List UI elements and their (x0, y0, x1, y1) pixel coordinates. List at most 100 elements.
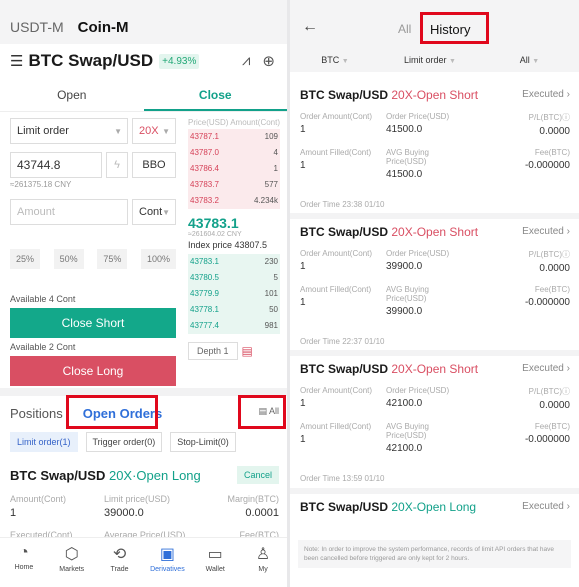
pl-value: 0.0000 (539, 126, 570, 137)
book-price-header: Price(USD) (188, 118, 229, 127)
book-amount: 577 (264, 180, 278, 189)
card-divider (290, 488, 579, 494)
order-price-value: 39900.0 (386, 261, 423, 272)
pct-100-button[interactable]: 100% (140, 249, 176, 269)
history-card[interactable]: BTC Swap/USD 20X-Open Short Executed › Ord… (300, 88, 570, 209)
amount-input[interactable]: Amount (10, 199, 128, 225)
tab-close[interactable]: Close (143, 80, 287, 111)
order-price-label: Order Price(USD) (386, 112, 450, 121)
nav-home-label: Home (14, 564, 34, 571)
cancel-order-button[interactable]: Cancel (236, 466, 279, 484)
depth-select[interactable]: Depth 1 (188, 342, 238, 360)
book-row[interactable]: 43777.4 981 (188, 318, 280, 334)
chevron-right-icon: › (566, 501, 570, 512)
book-row[interactable]: 43778.1 50 (188, 302, 280, 318)
pct-50-button[interactable]: 50% (53, 249, 84, 269)
close-long-button[interactable]: Close Long (10, 356, 176, 386)
info-icon[interactable]: ⓘ (562, 250, 570, 259)
bbo-button[interactable]: BBO (132, 152, 176, 178)
card-divider (290, 213, 579, 219)
chevron-right-icon: › (566, 89, 570, 100)
pl-label: P/L(BTC) (528, 250, 562, 259)
tab-coin-m[interactable]: Coin-M (78, 19, 129, 36)
order-price-label: Order Price(USD) (386, 249, 450, 258)
card-status[interactable]: Executed › (522, 226, 570, 237)
filled-value: 1 (300, 297, 306, 308)
chart-icon[interactable]: ⩘ (242, 52, 250, 70)
order-type-select[interactable]: Limit order ▼ (10, 118, 128, 144)
order-amount: Order Amount(Cont) 1 (300, 386, 372, 409)
card-status[interactable]: Executed › (522, 89, 570, 100)
card-pair: BTC Swap/USD (300, 225, 389, 239)
nav-my-label: My (258, 566, 268, 573)
pair-title[interactable]: BTC Swap/USD (28, 51, 153, 71)
change-badge: +4.93% (159, 53, 200, 69)
nav-trade-label: Trade (110, 566, 129, 573)
order-side: 20X·Open Long (108, 468, 201, 483)
limit-price-value: 39000.0 (104, 507, 144, 519)
book-row[interactable]: 43786.4 1 (188, 161, 280, 177)
pl-label: P/L(BTC) (528, 113, 562, 122)
back-arrow-icon[interactable]: ← (302, 18, 318, 36)
card-status[interactable]: Executed › (522, 501, 570, 512)
book-price: 43777.4 (190, 321, 219, 330)
open-close-tabs: Open Close (0, 80, 287, 112)
book-amount: 230 (264, 257, 278, 266)
filter-status-label: All (519, 55, 530, 65)
history-card[interactable]: BTC Swap/USD 20X-Open Short Executed › Ord… (300, 362, 570, 483)
book-row[interactable]: 43783.1 230 (188, 254, 280, 270)
book-row[interactable]: 43783.2 4.234k (188, 193, 280, 209)
book-row[interactable]: 43783.7 577 (188, 177, 280, 193)
book-layout-icon[interactable]: ▤ (242, 344, 253, 358)
unit-select[interactable]: Cont ▼ (132, 199, 176, 225)
order-time: Order Time 13:59 01/10 (300, 474, 385, 483)
card-status-label: Executed (522, 89, 564, 100)
fee: Fee(BTC) -0.000000 (525, 285, 570, 308)
caret-down-icon: ▼ (449, 58, 456, 65)
close-short-button[interactable]: Close Short (10, 308, 176, 338)
nav-my[interactable]: ♙ My (239, 538, 287, 587)
menu-icon[interactable]: ☰ (10, 52, 23, 70)
card-status[interactable]: Executed › (522, 363, 570, 374)
history-card[interactable]: BTC Swap/USD 20X-Open Short Executed › Ord… (300, 225, 570, 346)
fee: Fee(BTC) -0.000000 (525, 422, 570, 445)
info-icon[interactable]: ⓘ (562, 113, 570, 122)
nav-derivatives-label: Derivatives (150, 566, 185, 573)
nav-derivatives[interactable]: ▣ Derivatives (143, 538, 191, 587)
book-amount: 101 (264, 289, 278, 298)
book-row[interactable]: 43787.0 4 (188, 145, 280, 161)
order-amount: Amount(Cont) 1 (10, 494, 66, 519)
order-type-chips: Limit order(1) Trigger order(0) Stop-Lim… (10, 432, 236, 452)
pct-75-button[interactable]: 75% (97, 249, 128, 269)
order-amount-label: Amount(Cont) (10, 494, 67, 504)
nav-trade[interactable]: ⟲ Trade (96, 538, 144, 587)
chip-trigger-order[interactable]: Trigger order(0) (85, 432, 163, 452)
history-screen: ← All History BTC ▼ Limit order ▼ All ▼ … (290, 0, 579, 587)
lightning-icon[interactable]: ϟ (106, 152, 128, 178)
nav-markets[interactable]: ⬡ Markets (48, 538, 96, 587)
pct-25-button[interactable]: 25% (10, 249, 41, 269)
book-row[interactable]: 43787.1 109 (188, 129, 280, 145)
filter-status[interactable]: All ▼ (480, 48, 579, 72)
chip-limit-order[interactable]: Limit order(1) (10, 432, 78, 452)
price-input[interactable]: 43744.8 (10, 152, 102, 178)
book-row[interactable]: 43779.9 101 (188, 286, 280, 302)
segment-all[interactable]: All (398, 22, 411, 36)
chip-stop-limit[interactable]: Stop-Limit(0) (170, 432, 236, 452)
index-price: Index price 43807.5 (188, 240, 268, 250)
tab-open[interactable]: Open (0, 80, 144, 111)
history-card[interactable]: BTC Swap/USD 20X-Open Long Executed › (300, 500, 570, 514)
leverage-select[interactable]: 20X ▼ (132, 118, 176, 144)
nav-home[interactable]: ◔ Home (0, 538, 48, 587)
tab-usdt-m[interactable]: USDT-M (10, 19, 64, 35)
amount-filled: Amount Filled(Cont) 1 (300, 148, 371, 171)
filter-order-type[interactable]: Limit order ▼ (380, 48, 480, 72)
book-amount: 1 (273, 164, 278, 173)
book-row[interactable]: 43780.5 5 (188, 270, 280, 286)
nav-wallet[interactable]: ▭ Wallet (191, 538, 239, 587)
filter-coin[interactable]: BTC ▼ (290, 48, 380, 72)
add-icon[interactable]: ⊕ (262, 52, 275, 70)
info-icon[interactable]: ⓘ (562, 387, 570, 396)
card-side: 20X-Open Short (391, 362, 479, 376)
tab-positions[interactable]: Positions (0, 406, 63, 421)
